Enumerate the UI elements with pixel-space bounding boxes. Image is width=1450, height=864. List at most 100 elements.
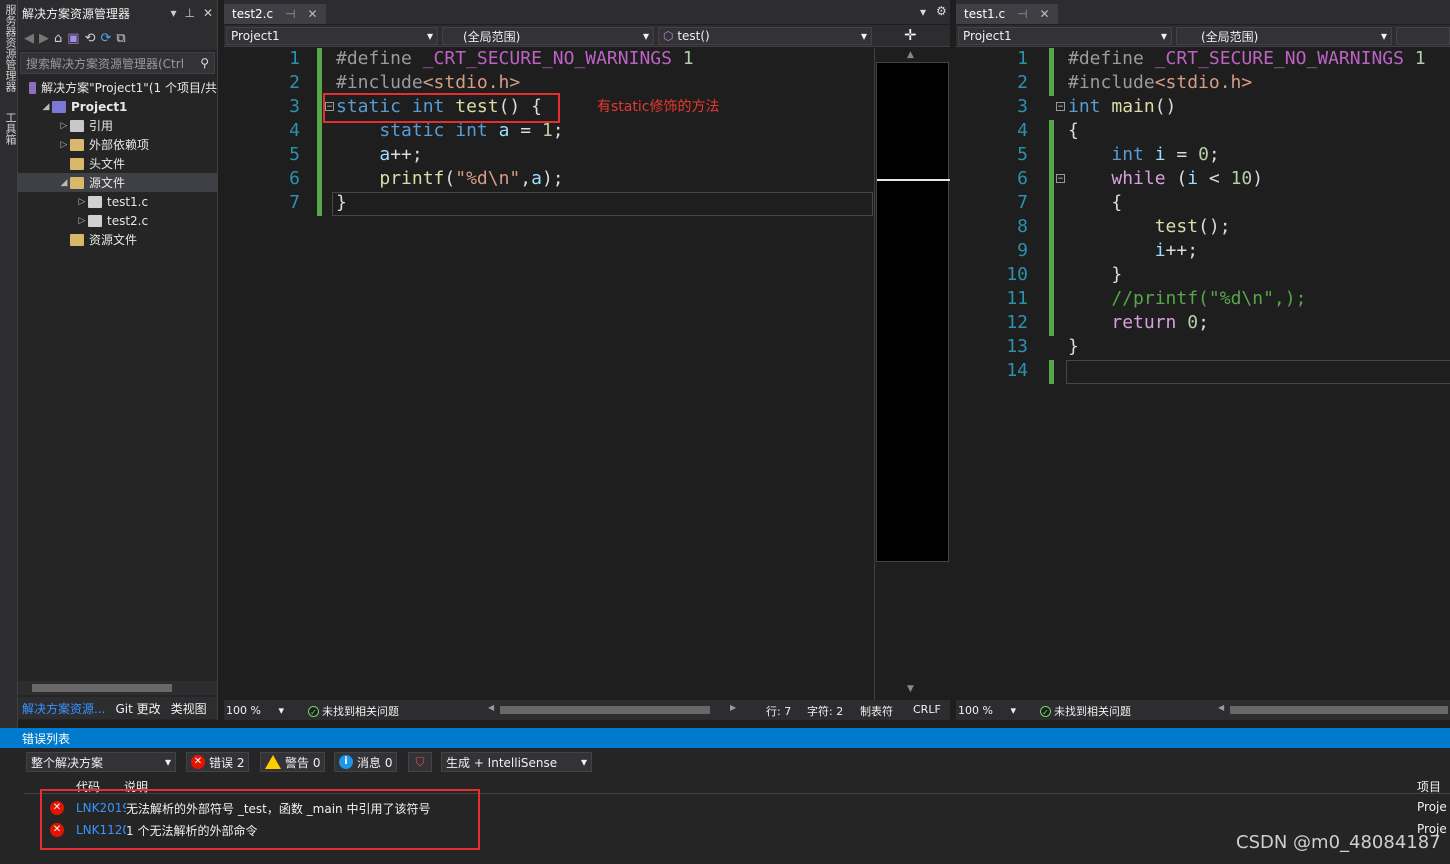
scroll-up-icon[interactable]: ▲ [907,50,914,60]
split-icon[interactable]: ✛ [904,26,917,44]
code-line[interactable]: while (i < 10) [1068,168,1263,189]
code-line[interactable]: return 0; [1068,312,1209,333]
code-token: ( [1165,168,1188,189]
zoom-dropdown[interactable]: 100 % ▾ [226,701,284,719]
minimap-scrollbar[interactable]: ▲ ▼ [874,48,950,700]
tree-item[interactable]: ▷ 外部依赖项 [18,135,217,154]
code-line[interactable]: static int a = 1; [336,120,564,141]
close-icon[interactable]: ✕ [1040,7,1050,21]
tab-dropdown-icon[interactable]: ▾ [920,5,926,19]
back-icon[interactable]: ◀ [24,31,34,46]
tree-item-label: test2.c [107,213,149,228]
messages-filter-button[interactable]: i 消息 0 [334,752,398,772]
sync-icon[interactable]: ⟳ [100,31,111,46]
solution-explorer-hscrollbar[interactable] [18,681,217,695]
close-icon[interactable]: ✕ [308,7,318,21]
scope-filter-dropdown[interactable]: 整个解决方案 ▾ [26,752,176,772]
code-line[interactable]: test(); [1068,216,1231,237]
line-indicator[interactable]: 行: 7 [766,703,791,719]
tree-item[interactable]: ◢ Project1 [18,97,217,116]
code-line[interactable]: int main() [1068,96,1176,117]
collapse-all-icon[interactable]: ⧉ [116,31,125,46]
code-line[interactable]: int i = 0; [1068,144,1219,165]
expander-icon[interactable]: ◢ [40,102,52,112]
tab-test1-c[interactable]: test1.c ⊣ ✕ [956,4,1058,24]
horizontal-scrollbar[interactable]: ◀ [1218,703,1450,715]
toolbox-tab[interactable]: 工具箱 [2,112,18,145]
code-line[interactable]: } [1068,336,1079,357]
issues-indicator[interactable]: ✓ 未找到相关问题 [1040,703,1131,719]
tab-class-view[interactable]: 类视图 [171,700,207,717]
errors-filter-button[interactable]: ✕ 错误 2 [186,752,250,772]
scroll-down-icon[interactable]: ▼ [907,684,914,694]
project-dropdown[interactable]: Project1 ▾ [958,27,1172,45]
solution-search-box[interactable]: 搜索解决方案资源管理器(Ctrl ⚲ [20,52,215,74]
code-line[interactable]: { [1068,192,1122,213]
dropdown-icon[interactable]: ▾ [170,6,176,20]
expander-icon[interactable]: ◢ [58,178,70,188]
tab-solution-explorer[interactable]: 解决方案资源... [22,700,105,717]
code-line[interactable]: #define _CRT_SECURE_NO_WARNINGS 1 [336,48,694,69]
pin-icon[interactable]: ⊥ [184,6,194,20]
tree-item[interactable]: ▷ test1.c [18,192,217,211]
minimap[interactable] [876,62,950,562]
tree-item[interactable]: ▷ test2.c [18,211,217,230]
clear-filter-button[interactable]: ⛉ [408,752,432,772]
expander-icon[interactable]: ▷ [76,216,88,226]
code-line[interactable]: a++; [336,144,422,165]
member-dropdown[interactable]: ⬡ test() ▾ [658,27,872,45]
code-line[interactable]: i++; [1068,240,1198,261]
fold-toggle-icon[interactable]: − [1056,174,1065,184]
scope-dropdown[interactable]: (全局范围) ▾ [442,27,654,45]
scroll-thumb[interactable] [500,706,710,714]
expander-icon[interactable]: ▷ [76,197,88,207]
close-icon[interactable]: ✕ [203,6,213,20]
expander-icon[interactable]: ▷ [58,140,70,150]
tree-item[interactable]: 解决方案"Project1"(1 个项目/共 [18,78,217,97]
line-number: 1 [289,48,300,69]
scroll-left-icon[interactable]: ◀ [488,703,494,712]
scroll-right-icon[interactable]: ▶ [730,703,736,712]
code-token: ; [552,120,564,141]
tree-item[interactable]: 资源文件 [18,230,217,249]
eol-indicator[interactable]: CRLF [913,703,941,716]
column-header-project[interactable]: 项目 [1417,778,1441,795]
search-icon[interactable]: ⚲ [200,56,209,70]
settings-icon[interactable]: ⚙ [936,4,947,18]
server-explorer-tab[interactable]: 服务器资源管理器 [2,4,18,92]
member-dropdown[interactable] [1396,27,1450,45]
pin-icon[interactable]: ⊣ [285,7,295,21]
pending-changes-icon[interactable]: ⟲ [85,31,96,46]
scroll-left-icon[interactable]: ◀ [1218,703,1224,712]
pin-icon[interactable]: ⊣ [1017,7,1027,21]
home-icon[interactable]: ⌂ [54,31,62,46]
issues-indicator[interactable]: ✓ 未找到相关问题 [308,703,399,719]
code-line[interactable]: #include<stdio.h> [336,72,520,93]
expander-icon[interactable]: ▷ [58,121,70,131]
indent-indicator[interactable]: 制表符 [860,703,893,719]
tab-git-changes[interactable]: Git 更改 [115,700,160,717]
warnings-filter-button[interactable]: 警告 0 [260,752,326,772]
code-line[interactable]: #include<stdio.h> [1068,72,1252,93]
scroll-thumb[interactable] [1230,706,1448,714]
tree-item[interactable]: 头文件 [18,154,217,173]
build-filter-label: 生成 + IntelliSense [446,755,558,770]
code-line[interactable]: printf("%d\n",a); [336,168,563,189]
tree-item[interactable]: ◢ 源文件 [18,173,217,192]
project-dropdown[interactable]: Project1 ▾ [226,27,438,45]
tree-item[interactable]: ▷ 引用 [18,116,217,135]
forward-icon[interactable]: ▶ [39,31,49,46]
horizontal-scrollbar[interactable]: ◀ ▶ [488,703,738,715]
scroll-thumb[interactable] [32,684,172,692]
column-indicator[interactable]: 字符: 2 [807,703,843,719]
code-line[interactable]: //printf("%d\n",); [1068,288,1306,309]
zoom-dropdown[interactable]: 100 % ▾ [958,701,1016,719]
code-line[interactable]: #define _CRT_SECURE_NO_WARNINGS 1 [1068,48,1426,69]
tab-test2-c[interactable]: test2.c ⊣ ✕ [224,4,326,24]
switch-view-icon[interactable]: ▣ [67,31,79,46]
fold-toggle-icon[interactable]: − [1056,102,1065,112]
scope-dropdown[interactable]: (全局范围) ▾ [1176,27,1392,45]
build-filter-dropdown[interactable]: 生成 + IntelliSense ▾ [441,752,592,772]
code-line[interactable]: { [1068,120,1079,141]
code-line[interactable]: } [1068,264,1122,285]
